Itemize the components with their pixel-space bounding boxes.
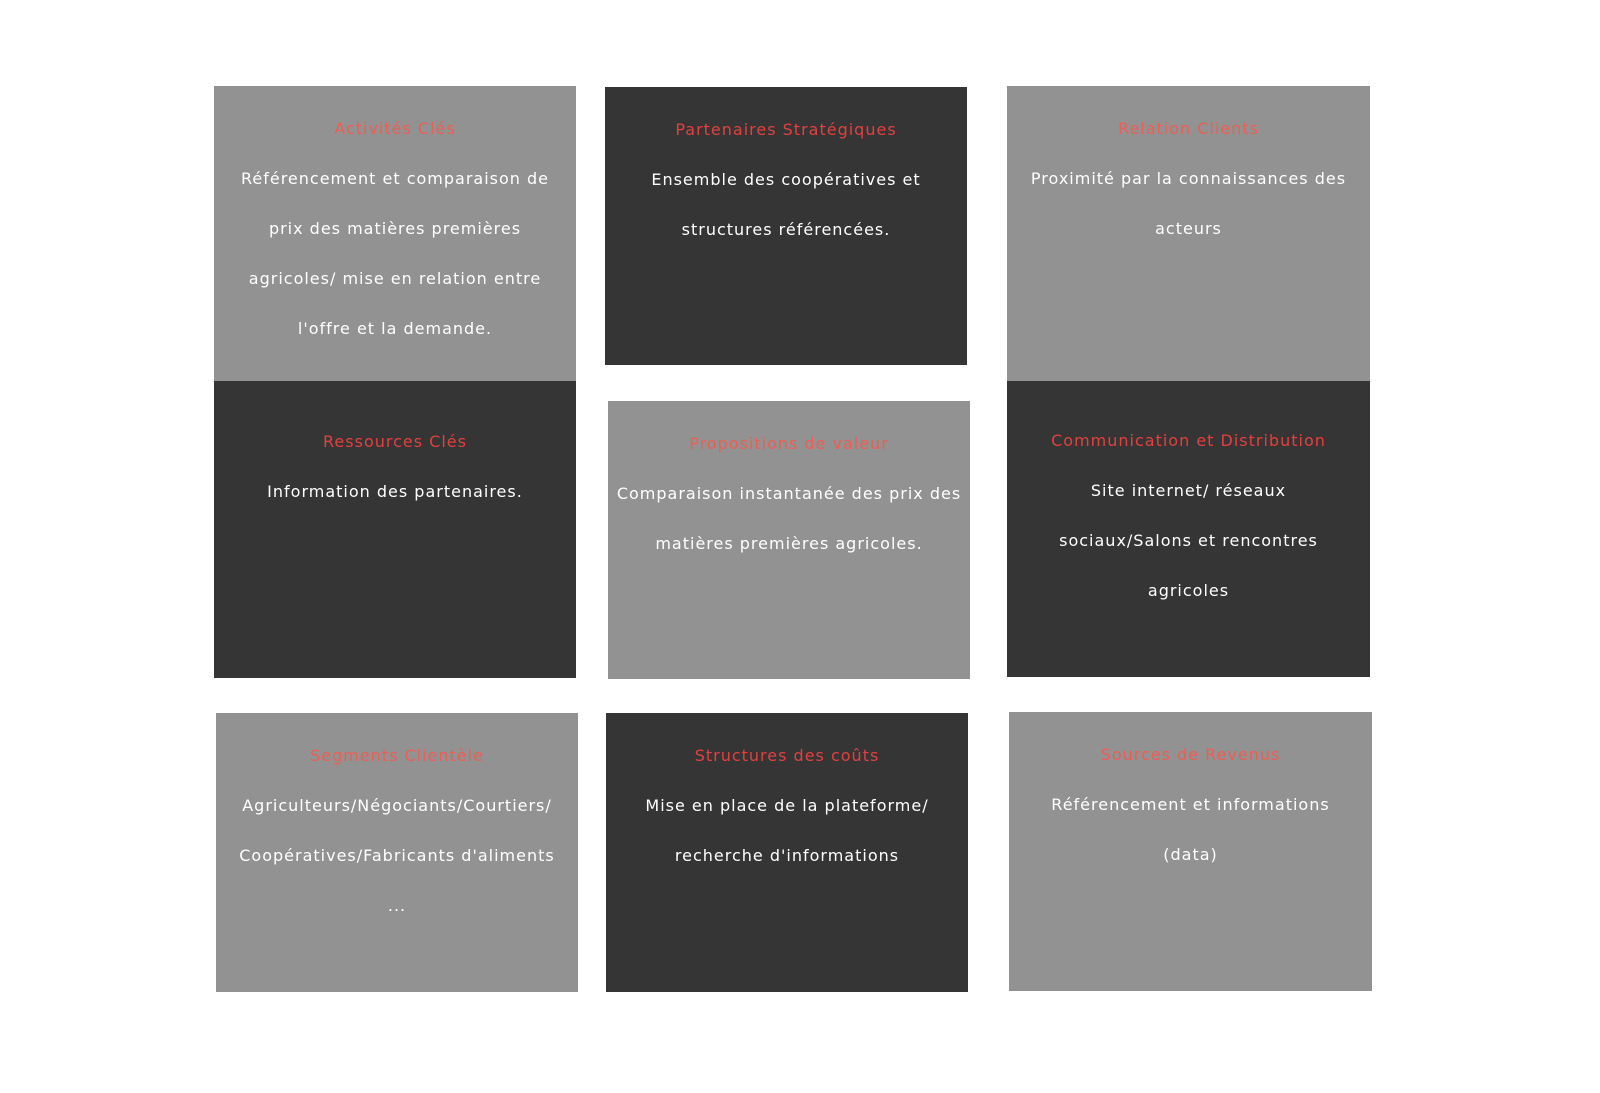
tile-structures-des-couts: Structures des coûts Mise en place de la… [606, 713, 968, 992]
tile-body: Référencement et comparaison de prix des… [240, 169, 549, 338]
tile-body: Site internet/ réseaux sociaux/Salons et… [1059, 481, 1318, 600]
tile-body: Comparaison instantanée des prix des mat… [616, 484, 962, 553]
tile-relation-clients: Relation Clients Proximité par la connai… [1007, 86, 1370, 381]
tile-title: Partenaires Stratégiques [675, 120, 897, 139]
tile-title: Relation Clients [1118, 119, 1259, 138]
tile-partenaires-strategiques: Partenaires Stratégiques Ensemble des co… [605, 87, 967, 365]
tile-body: Agriculteurs/Négociants/Courtiers/ Coopé… [239, 796, 555, 915]
tile-body: Proximité par la connaissances des acteu… [1030, 169, 1347, 238]
tile-title: Communication et Distribution [1051, 431, 1326, 450]
tile-sources-de-revenus: Sources de Revenus Référencement et info… [1009, 712, 1372, 991]
tile-title: Structures des coûts [694, 746, 880, 765]
tile-activites-cles: Activités Clés Référencement et comparai… [214, 86, 576, 381]
tile-propositions-de-valeur: Propositions de valeur Comparaison insta… [608, 401, 970, 679]
tile-title: Ressources Clés [323, 432, 467, 451]
tile-title: Activités Clés [334, 119, 456, 138]
tile-body: Mise en place de la plateforme/ recherch… [645, 796, 929, 865]
tile-ressources-cles: Ressources Clés Information des partenai… [214, 381, 576, 678]
tile-body: Information des partenaires. [267, 482, 523, 501]
tile-communication-distribution: Communication et Distribution Site inter… [1007, 381, 1370, 677]
tile-body: Référencement et informations (data) [1051, 795, 1330, 864]
tile-title: Segments Clientèle [310, 746, 484, 765]
tile-segments-clientele: Segments Clientèle Agriculteurs/Négocian… [216, 713, 578, 992]
tile-title: Sources de Revenus [1100, 745, 1281, 764]
tile-title: Propositions de valeur [689, 434, 889, 453]
tile-body: Ensemble des coopératives et structures … [651, 170, 921, 239]
